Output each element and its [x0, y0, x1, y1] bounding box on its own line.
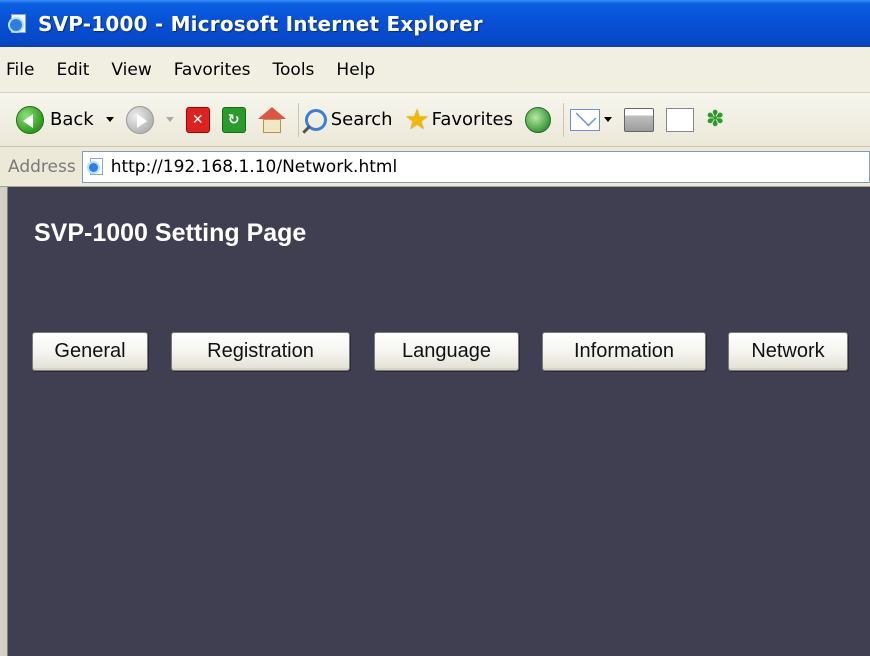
back-dropdown-icon[interactable]	[105, 117, 114, 122]
toolbar-separator	[297, 102, 299, 137]
favorites-label: Favorites	[431, 109, 513, 130]
forward-dropdown-icon[interactable]	[165, 117, 174, 122]
history-icon	[524, 106, 551, 133]
page-content: SVP-1000 Setting Page General Registrati…	[8, 187, 870, 656]
general-button[interactable]: General	[32, 332, 148, 371]
print-button[interactable]	[623, 107, 654, 132]
address-input[interactable]: http://192.168.1.10/Network.html	[81, 150, 870, 183]
mail-dropdown-icon[interactable]	[603, 117, 612, 122]
back-button[interactable]: Back	[16, 105, 114, 134]
menu-tools[interactable]: Tools	[273, 60, 315, 80]
settings-nav: General Registration Language Informatio…	[8, 187, 870, 656]
toolbar-separator	[562, 102, 564, 137]
favorites-button[interactable]: ★ Favorites	[405, 103, 513, 136]
registration-button[interactable]: Registration	[171, 332, 350, 371]
search-label: Search	[330, 109, 393, 130]
stop-icon: ✕	[185, 106, 210, 133]
search-button[interactable]: Search	[304, 108, 393, 131]
menu-help[interactable]: Help	[336, 60, 375, 80]
history-button[interactable]	[524, 106, 551, 133]
left-window-frame	[0, 187, 8, 656]
print-icon	[623, 107, 654, 132]
toolbar: Back ✕ ↻ Search ★ Favorites ✽	[0, 93, 870, 147]
mail-button[interactable]	[569, 108, 612, 131]
edit-page-icon	[665, 107, 694, 132]
edit-button[interactable]	[665, 107, 694, 132]
stop-button[interactable]: ✕	[185, 106, 210, 133]
ie-page-icon	[86, 157, 105, 176]
home-icon	[257, 106, 286, 133]
refresh-icon: ↻	[221, 106, 246, 133]
forward-button[interactable]	[125, 105, 174, 134]
back-arrow-icon	[16, 105, 44, 134]
back-label: Back	[50, 109, 94, 130]
discuss-icon: ✽	[705, 107, 725, 132]
menu-file[interactable]: File	[6, 60, 34, 80]
window-title-bar[interactable]: SVP-1000 - Microsoft Internet Explorer	[0, 0, 870, 47]
language-button[interactable]: Language	[374, 332, 519, 371]
home-button[interactable]	[257, 106, 286, 133]
mail-icon	[569, 108, 600, 131]
address-bar: Address http://192.168.1.10/Network.html	[0, 147, 870, 187]
refresh-button[interactable]: ↻	[221, 106, 246, 133]
ie-page-icon	[8, 13, 30, 35]
address-label: Address	[8, 156, 76, 177]
search-icon	[304, 108, 327, 131]
menu-view[interactable]: View	[111, 60, 151, 80]
network-button[interactable]: Network	[728, 332, 848, 371]
menu-edit[interactable]: Edit	[56, 60, 89, 80]
information-button[interactable]: Information	[542, 332, 706, 371]
forward-arrow-icon	[125, 105, 154, 134]
address-url[interactable]: http://192.168.1.10/Network.html	[111, 157, 397, 177]
menu-favorites[interactable]: Favorites	[174, 60, 251, 80]
discuss-button[interactable]: ✽	[706, 107, 724, 132]
menu-bar: File Edit View Favorites Tools Help	[0, 47, 870, 93]
favorites-star-icon: ★	[404, 103, 430, 136]
window-title: SVP-1000 - Microsoft Internet Explorer	[38, 11, 483, 36]
